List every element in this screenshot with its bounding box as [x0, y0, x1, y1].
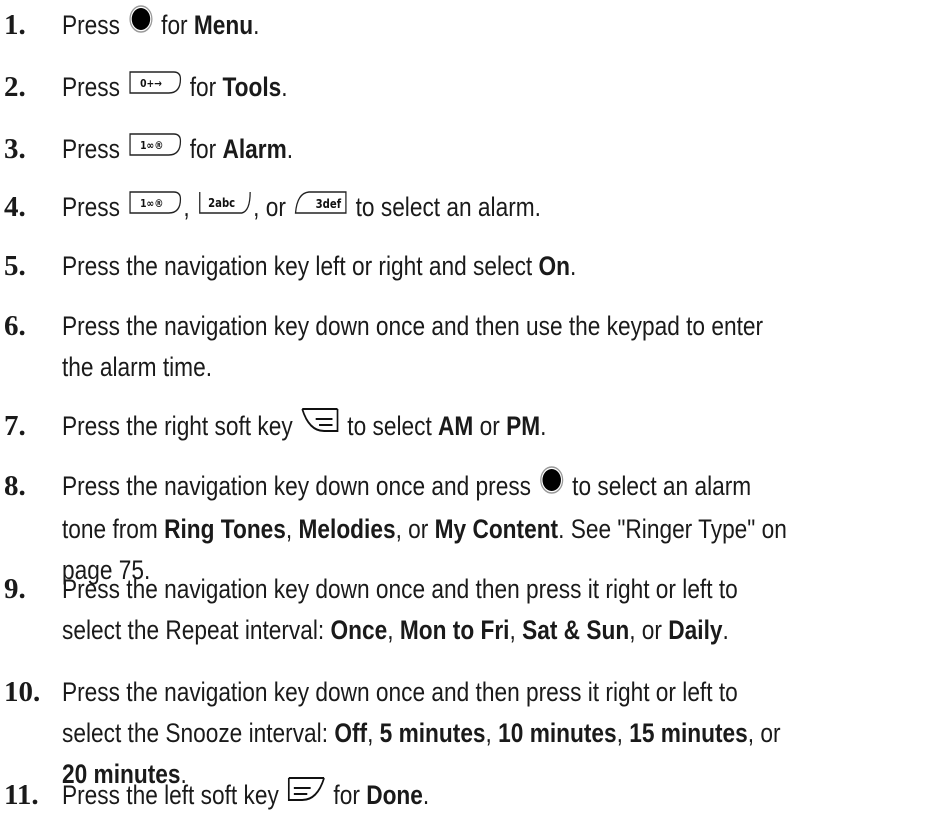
- step-text-run: Press: [62, 72, 127, 102]
- step-text: Press for Menu.: [62, 5, 927, 48]
- step-text: Press 1∞® for Alarm.: [62, 129, 927, 171]
- step-text-run: ,: [509, 615, 523, 645]
- step-text-run: Press: [62, 10, 127, 40]
- menu-option-label: 10 minutes: [498, 718, 617, 748]
- step-text-run: select the Repeat interval:: [62, 615, 331, 645]
- step-text-run: tone from: [62, 513, 165, 544]
- step-text-run: the alarm time.: [62, 352, 212, 382]
- step-number: 11.: [4, 779, 39, 811]
- step-text-run: Press the navigation key down once and t…: [62, 677, 738, 707]
- step-text-run: Press the navigation key left or right a…: [62, 251, 539, 281]
- menu-option-label: Daily: [668, 615, 723, 645]
- step-text-run: ,: [183, 192, 197, 222]
- step-text-run: Press the navigation key down once and p…: [62, 471, 538, 501]
- step-text-run: , or: [747, 718, 781, 748]
- menu-option-label: Tools: [222, 72, 282, 102]
- step-text: Press the navigation key down once and t…: [62, 569, 927, 651]
- step-text-run: for: [154, 10, 194, 40]
- menu-option-label: Melodies: [298, 513, 396, 544]
- center-key-icon: [128, 4, 153, 46]
- step-text-run: or: [473, 411, 507, 441]
- menu-option-label: Mon to Fri: [399, 615, 510, 645]
- step-text-run: to select an alarm.: [349, 192, 541, 222]
- step-text-run: Press the right soft key: [62, 411, 299, 441]
- step-text-run: select the Snooze interval:: [62, 718, 335, 748]
- step-text-run: .: [422, 780, 430, 810]
- menu-option-label: Done: [366, 780, 423, 810]
- step-text-run: .: [281, 72, 288, 102]
- step-text-run: ,: [285, 513, 299, 544]
- menu-option-label: Alarm: [222, 134, 287, 164]
- step-number: 7.: [4, 410, 26, 442]
- step-text: Press the navigation key down once and t…: [62, 306, 927, 388]
- step-text-run: Press: [62, 192, 127, 222]
- step-number: 1.: [4, 9, 26, 41]
- step-text-run: ,: [485, 718, 499, 748]
- step-text: Press 0+→ for Tools.: [62, 67, 927, 109]
- step-number: 5.: [4, 250, 26, 282]
- svg-text:0+→: 0+→: [140, 79, 162, 91]
- step-text-run: .: [253, 10, 260, 40]
- svg-text:1∞®: 1∞®: [140, 199, 163, 211]
- step-number: 6.: [4, 310, 26, 342]
- step-text-run: to select: [340, 411, 439, 441]
- step-number: 4.: [4, 191, 26, 223]
- menu-option-label: PM: [506, 411, 541, 441]
- menu-option-label: 15 minutes: [629, 718, 748, 748]
- step-text-run: Press: [62, 134, 127, 164]
- left-soft-key-icon: [287, 774, 326, 816]
- step-text-run: ,: [367, 718, 380, 748]
- step-text: Press the navigation key left or right a…: [62, 246, 927, 287]
- key-1-icon: 1∞®: [128, 128, 182, 169]
- menu-option-label: Ring Tones: [164, 513, 286, 544]
- step-text-run: ,: [616, 718, 630, 748]
- step-text-run: to select an alarm: [565, 471, 752, 501]
- menu-option-label: AM: [438, 411, 474, 441]
- key-3-def-icon: 3def: [294, 186, 348, 227]
- step-number: 3.: [4, 133, 26, 165]
- step-text-run: Press the left soft key: [62, 780, 286, 810]
- step-text: Press the right soft key to select AM or…: [62, 406, 927, 449]
- step-text-run: ,: [387, 615, 400, 645]
- step-text-run: . See "Ringer Type" on: [558, 513, 787, 544]
- svg-text:3def: 3def: [316, 198, 342, 212]
- step-text-run: for: [327, 780, 367, 810]
- svg-text:2abc: 2abc: [208, 197, 235, 211]
- center-key-icon: [539, 465, 564, 507]
- menu-option-label: Sat & Sun: [522, 615, 630, 645]
- step-text: Press 1∞®, 2abc , or 3def to select an al…: [62, 187, 927, 229]
- key-2-abc-icon: 2abc: [198, 186, 252, 227]
- step-number: 2.: [4, 71, 26, 103]
- step-text-run: .: [722, 615, 729, 645]
- step-text-run: .: [286, 134, 294, 164]
- right-soft-key-icon: [301, 405, 340, 447]
- step-text-run: .: [540, 411, 547, 441]
- step-text-run: , or: [629, 615, 669, 645]
- menu-option-label: Menu: [193, 10, 254, 40]
- tools-key-icon: 0+→: [128, 66, 182, 107]
- menu-option-label: 5 minutes: [379, 718, 486, 748]
- step-text-run: for: [183, 72, 223, 102]
- key-1-icon: 1∞®: [128, 186, 182, 227]
- menu-option-label: My Content: [434, 513, 559, 544]
- step-text-run: Press the navigation key down once and t…: [62, 574, 738, 604]
- step-number: 8.: [4, 470, 26, 502]
- menu-option-label: Off: [334, 718, 368, 748]
- instruction-page: 1. Press for Menu. 2. Press 0+→ for Tools. 3…: [0, 0, 949, 823]
- step-text-run: , or: [395, 513, 435, 544]
- step-number: 10.: [4, 676, 41, 708]
- menu-option-label: Once: [330, 615, 388, 645]
- step-text-run: Press the navigation key down once and t…: [62, 311, 764, 341]
- svg-text:1∞®: 1∞®: [140, 141, 163, 153]
- step-text-run: for: [183, 134, 223, 164]
- step-text-run: .: [570, 251, 577, 281]
- step-text: Press the left soft key for Done.: [62, 775, 927, 818]
- menu-option-label: On: [538, 251, 571, 281]
- step-number: 9.: [4, 573, 26, 605]
- step-text-run: , or: [253, 192, 293, 222]
